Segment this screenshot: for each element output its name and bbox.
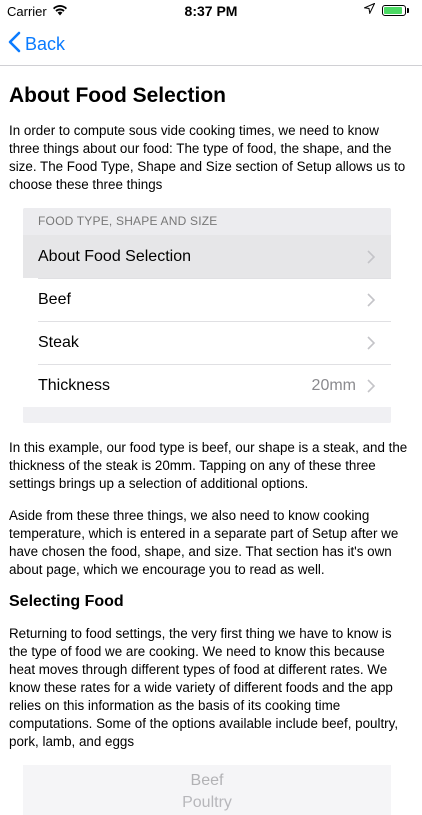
intro-paragraph: In order to compute sous vide cooking ti… xyxy=(9,123,406,192)
status-time: 8:37 PM xyxy=(184,3,238,19)
chevron-left-icon xyxy=(8,30,21,58)
chevron-right-icon xyxy=(367,335,376,350)
content-area: About Food Selection In order to compute… xyxy=(9,66,413,815)
location-arrow-icon xyxy=(362,2,376,17)
settings-row-label: Steak xyxy=(38,333,79,351)
battery-fill xyxy=(384,7,402,14)
settings-row-label: Beef xyxy=(38,290,71,308)
picker-item: Beef xyxy=(190,772,224,789)
settings-footer xyxy=(23,407,391,423)
settings-row-beef: Beef xyxy=(23,278,391,321)
settings-row-label: Thickness xyxy=(38,376,111,394)
chevron-right-icon xyxy=(367,249,376,264)
settings-row-label: About Food Selection xyxy=(38,247,191,265)
selecting-food-paragraph: Returning to food settings, the very fir… xyxy=(9,626,399,749)
settings-row-thickness: Thickness 20mm xyxy=(23,364,391,407)
settings-row-steak: Steak xyxy=(23,321,391,364)
status-bar: Carrier 8:37 PM xyxy=(0,0,422,22)
thickness-value: 20mm xyxy=(311,376,356,394)
example-paragraph: In this example, our food type is beef, … xyxy=(9,440,408,491)
chevron-right-icon xyxy=(367,378,376,393)
settings-row-about-food-selection: About Food Selection xyxy=(23,235,391,278)
back-label: Back xyxy=(25,33,66,54)
battery-icon xyxy=(382,5,406,16)
battery-tip xyxy=(407,8,409,13)
chevron-right-icon xyxy=(367,292,376,307)
temperature-paragraph: Aside from these three things, we also n… xyxy=(9,508,399,577)
back-button[interactable]: Back xyxy=(8,30,65,58)
food-picker-example-image: Beef Poultry xyxy=(23,765,391,815)
section-heading: Selecting Food xyxy=(9,593,124,610)
page-title: About Food Selection xyxy=(9,84,226,107)
settings-example-image: FOOD TYPE, SHAPE AND SIZE About Food Sel… xyxy=(23,208,391,423)
picker-item: Poultry xyxy=(182,794,232,811)
settings-section-header: FOOD TYPE, SHAPE AND SIZE xyxy=(23,208,391,235)
navigation-bar: Back xyxy=(0,22,422,66)
